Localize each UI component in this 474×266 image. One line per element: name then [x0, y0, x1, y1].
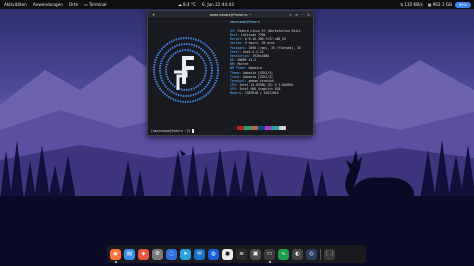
dock-glyph: ✉: [197, 251, 202, 257]
activities-button[interactable]: Aktivitäten: [4, 0, 27, 9]
info-value: 3387MiB / 15821MiB: [244, 91, 279, 96]
dock-glyph: ◐: [295, 251, 300, 257]
dock-glyph: ➤: [183, 251, 188, 257]
info-key: Memory:: [230, 91, 245, 96]
thunderbird-icon[interactable]: ✉: [194, 248, 205, 260]
minimize-icon[interactable]: –: [300, 12, 305, 17]
network-speed-label: 135 KB/s: [404, 2, 423, 7]
shell-prompt[interactable]: [amarnaomi@fedora ~]$: [151, 129, 194, 133]
settings-icon[interactable]: ⚙: [152, 248, 163, 260]
terminal-content[interactable]: amarnaomi@fedora OS: Fedora Linux 37 (Wo…: [148, 19, 313, 135]
monitor-icon[interactable]: ∿: [278, 248, 289, 260]
palette-swatch: [230, 126, 237, 130]
image-viewer-icon[interactable]: ▣: [250, 248, 261, 260]
dock-glyph: ◍: [211, 251, 216, 257]
dock-glyph: ▭: [266, 251, 273, 257]
focused-app-label: Terminal: [88, 2, 107, 7]
cursor: [191, 129, 194, 133]
telegram-icon[interactable]: ➤: [180, 248, 191, 260]
terminal-window[interactable]: + amarnaomi@fedora:~ ⌕ ≡ – × amarnaomi@f…: [147, 10, 314, 136]
terminal-icon[interactable]: ▭: [264, 248, 275, 263]
dock-glyph: ▤: [126, 251, 133, 257]
terminal-icon: ▭: [84, 2, 88, 7]
dock-glyph: ⋮⋮: [324, 251, 335, 257]
dock: ◉ ▤ ◈ ⚙ ◌ ➤ ✉ ◍ ● ≡ ▣ ▭ ∿ ◐ ◎ ⋮⋮: [107, 245, 366, 263]
color-palette: [230, 126, 286, 130]
code-icon[interactable]: ≡: [236, 248, 247, 260]
network-icon: ⇅: [399, 2, 404, 7]
memory-label: 962.1 GB: [432, 2, 452, 7]
places-menu[interactable]: Orte: [69, 0, 78, 9]
dock-glyph: ◈: [141, 251, 146, 257]
dock-glyph: ⚙: [155, 251, 160, 257]
running-indicator: [114, 260, 117, 263]
password-icon[interactable]: ●: [222, 248, 233, 260]
dock-glyph: ●: [225, 251, 230, 257]
dock-glyph: ◉: [113, 251, 118, 257]
palette-swatch: [258, 126, 265, 130]
search-icon[interactable]: ⌕: [288, 12, 293, 17]
dock-glyph: ▣: [252, 251, 259, 257]
running-indicator: [268, 260, 271, 263]
fedora-logo-icon: [153, 37, 219, 103]
memory-icon: ▦: [427, 2, 432, 7]
focused-app-menu[interactable]: ▭Terminal: [84, 0, 106, 9]
palette-swatch: [265, 126, 272, 130]
firefox-icon[interactable]: ◉: [110, 248, 121, 263]
system-info-line: Memory: 3387MiB / 15821MiB: [230, 91, 301, 95]
bitwarden-icon[interactable]: ◍: [208, 248, 219, 260]
camera-icon[interactable]: ◐: [292, 248, 303, 260]
clock[interactable]: 6. Jan 22:44:43: [202, 0, 234, 9]
close-icon[interactable]: ×: [306, 12, 311, 17]
network-speed[interactable]: ⇅135 KB/s: [400, 0, 423, 9]
files-icon[interactable]: ▤: [124, 248, 135, 260]
weather-indicator[interactable]: ☁8,4 °C: [178, 0, 196, 9]
top-panel: Aktivitäten Anwendungen Orte ▭Terminal ☁…: [0, 0, 474, 9]
dock-separator: [320, 248, 321, 260]
palette-swatch: [237, 126, 244, 130]
applications-menu[interactable]: Anwendungen: [33, 0, 63, 9]
dock-glyph: ∿: [281, 251, 286, 257]
fetch-user-host: amarnaomi@fedora: [230, 20, 260, 24]
palette-swatch: [251, 126, 258, 130]
palette-swatch: [272, 126, 279, 130]
weather-label: 8,4 °C: [183, 2, 197, 7]
steam-icon[interactable]: ◎: [306, 248, 317, 260]
prompt-text: [amarnaomi@fedora ~]$: [151, 129, 192, 133]
palette-swatch: [279, 126, 286, 130]
menu-icon[interactable]: ≡: [294, 12, 299, 17]
software-icon[interactable]: ◈: [138, 248, 149, 260]
dock-glyph: ◎: [309, 251, 314, 257]
dock-glyph: ◌: [169, 251, 174, 257]
memory-indicator[interactable]: ▦962.1 GB: [428, 0, 452, 9]
app-grid-icon[interactable]: ⋮⋮: [324, 248, 335, 260]
weather-icon: ☁: [178, 2, 182, 7]
battery-indicator[interactable]: 89%: [455, 1, 471, 8]
terminal-titlebar[interactable]: + amarnaomi@fedora:~ ⌕ ≡ – ×: [148, 11, 313, 19]
signal-icon[interactable]: ◌: [166, 248, 177, 260]
dock-glyph: ≡: [239, 251, 244, 257]
palette-swatch: [244, 126, 251, 130]
system-info-list: OS: Fedora Linux 37 (Workstation Editi Ho…: [230, 29, 301, 96]
